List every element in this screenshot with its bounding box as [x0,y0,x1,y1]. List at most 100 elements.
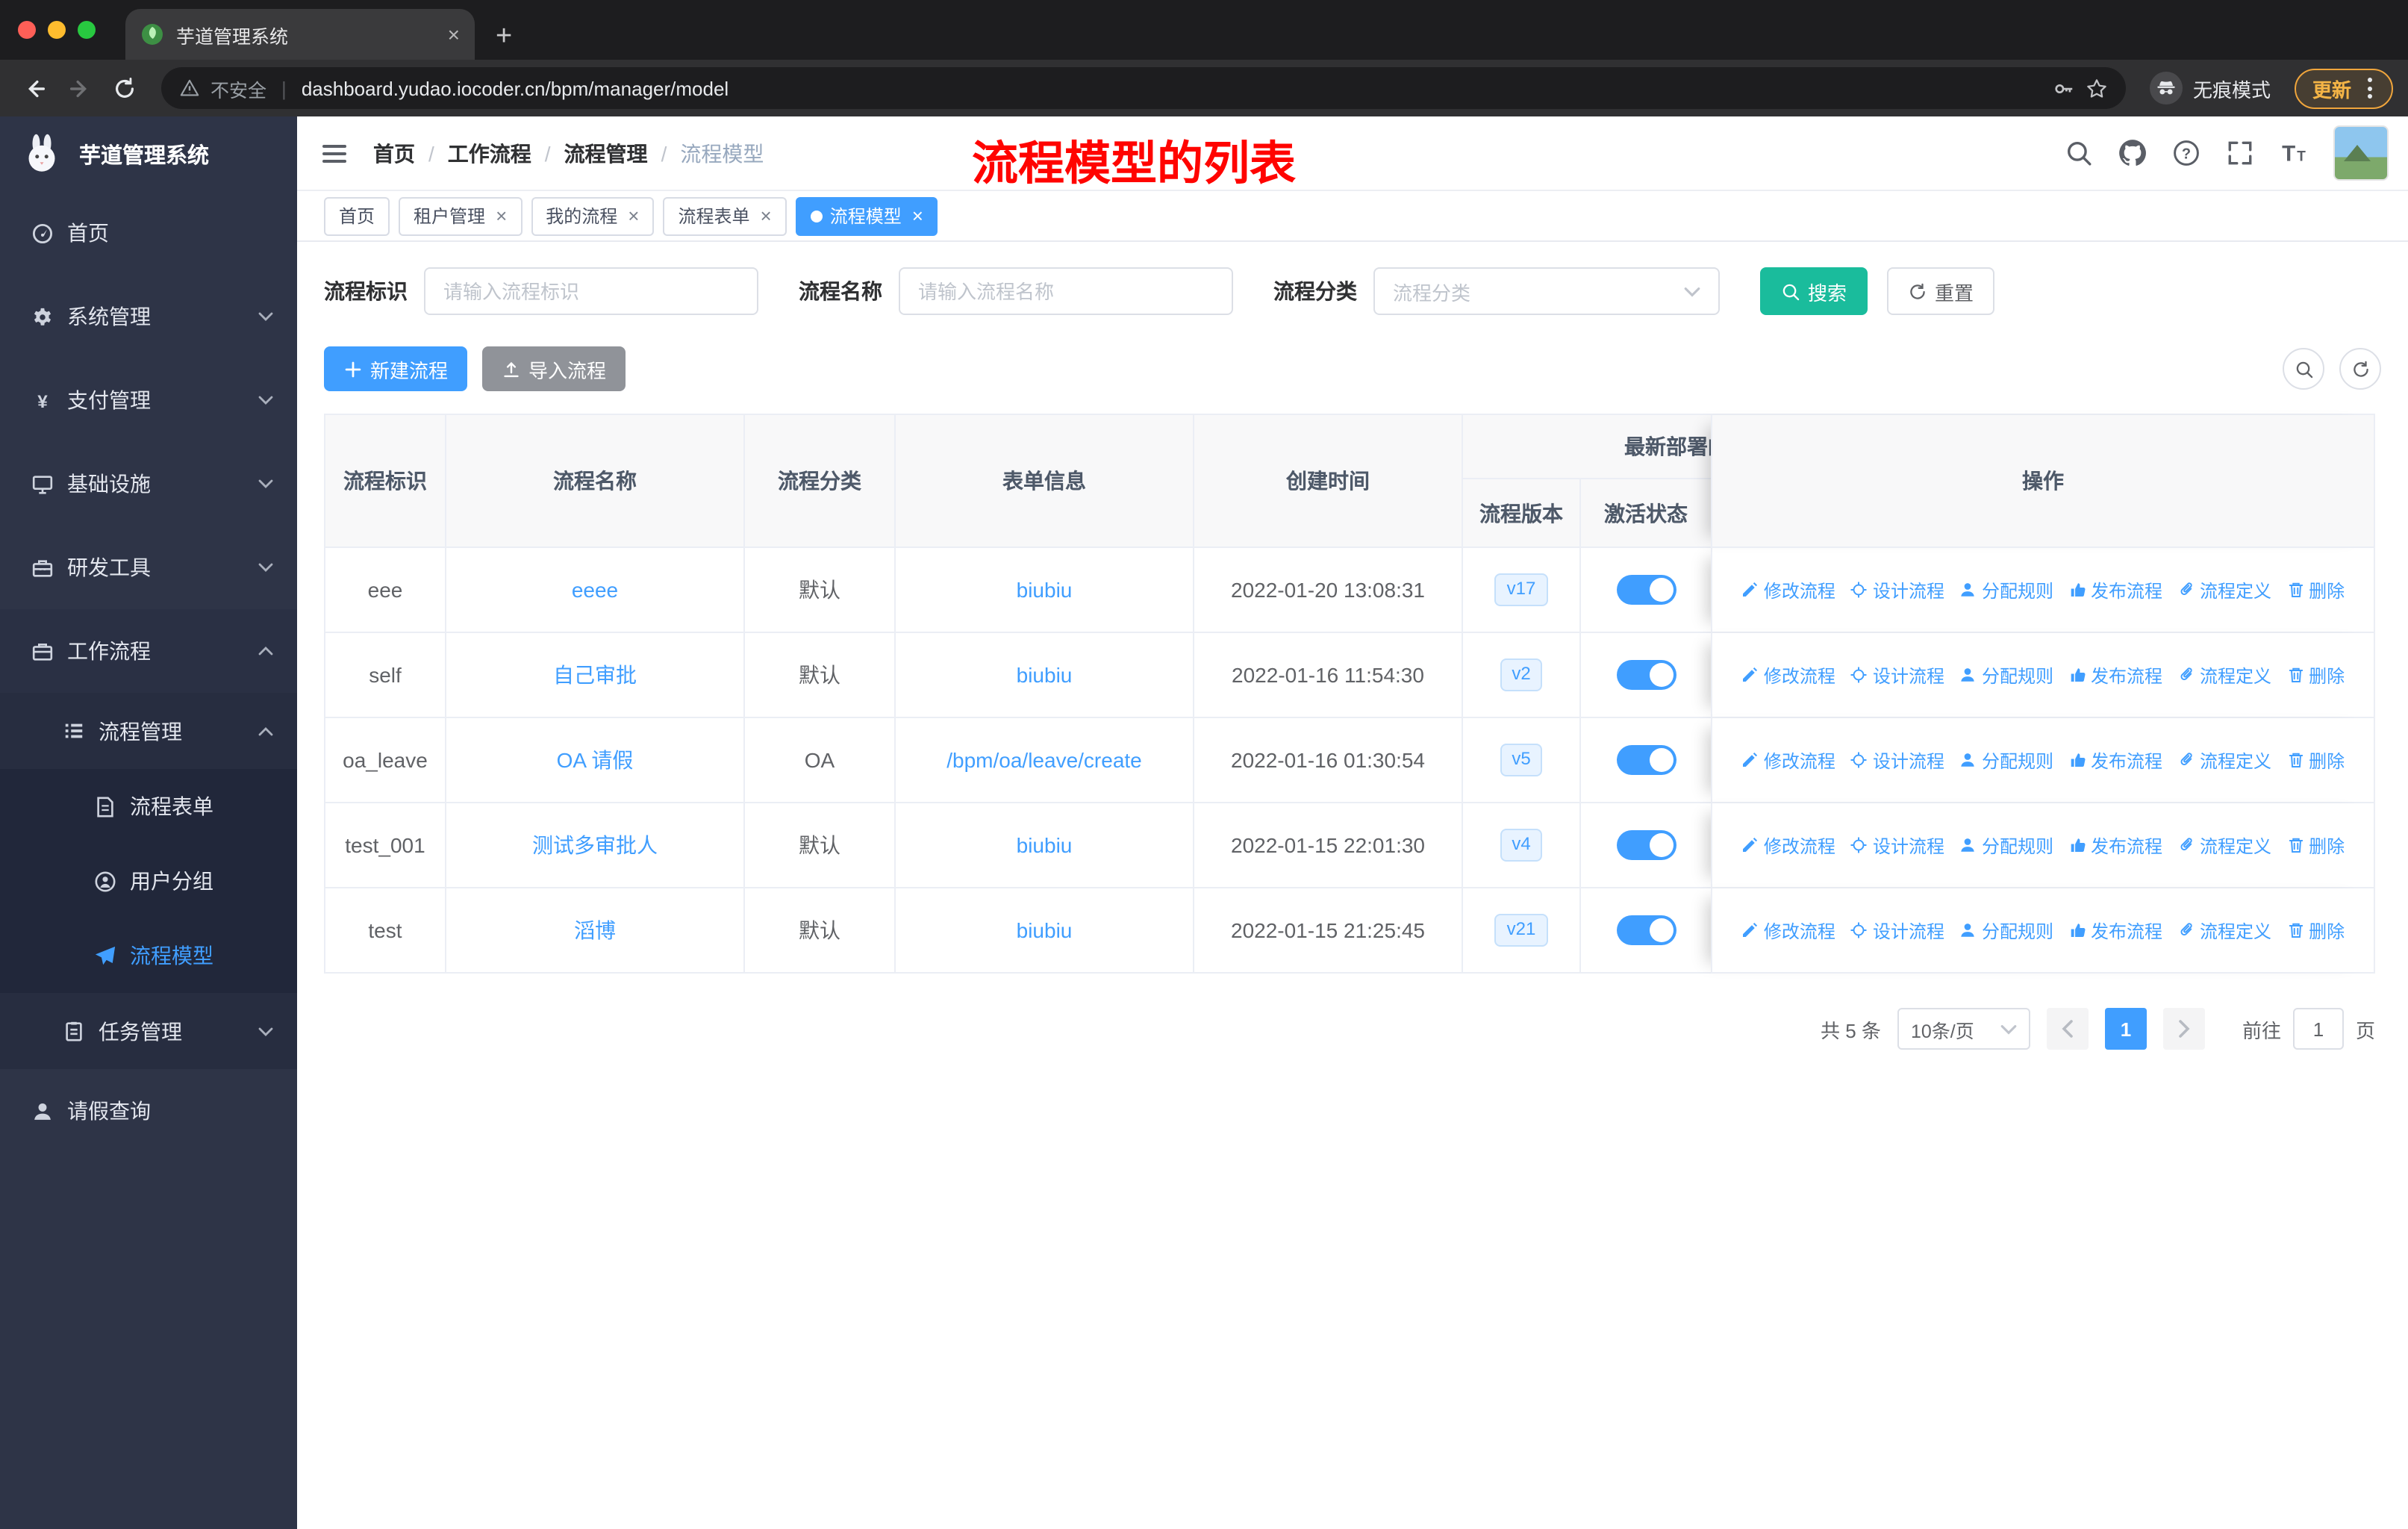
design-process-link[interactable]: 设计流程 [1850,832,1944,858]
search-icon[interactable] [2065,139,2093,167]
process-definition-link[interactable]: 流程定义 [2177,662,2271,688]
next-page-button[interactable] [2162,1008,2205,1050]
design-process-link[interactable]: 设计流程 [1850,747,1944,773]
page-tag-tenant[interactable]: 租户管理 × [399,196,523,235]
back-button[interactable] [15,69,54,108]
create-process-button[interactable]: 新建流程 [324,346,468,391]
chrome-update-button[interactable]: 更新 [2294,68,2393,108]
process-name-link[interactable]: OA 请假 [557,745,634,775]
form-info-link[interactable]: biubiu [1017,918,1073,942]
assign-rule-link[interactable]: 分配规则 [1959,577,2053,602]
modify-process-link[interactable]: 修改流程 [1741,918,1835,943]
process-name-link[interactable]: 滔博 [574,915,616,945]
sidebar-item-user-group[interactable]: 用户分组 [0,844,297,918]
page-tag-home[interactable]: 首页 [324,196,390,235]
minimize-window-button[interactable] [48,21,66,39]
active-toggle[interactable] [1616,745,1676,775]
logo-row[interactable]: 芋道管理系统 [0,116,297,191]
browser-menu-icon[interactable] [2365,75,2375,102]
sidebar-item-process-mgmt[interactable]: 流程管理 [0,693,297,769]
sidebar-item-payment[interactable]: ¥ 支付管理 [0,358,297,442]
assign-rule-link[interactable]: 分配规则 [1959,662,2053,688]
sidebar-item-devtools[interactable]: 研发工具 [0,526,297,609]
modify-process-link[interactable]: 修改流程 [1741,662,1835,688]
new-tab-button[interactable]: + [496,22,512,51]
publish-process-link[interactable]: 发布流程 [2068,747,2162,773]
user-avatar[interactable] [2333,125,2389,181]
reset-button[interactable]: 重置 [1887,267,1995,315]
design-process-link[interactable]: 设计流程 [1850,918,1944,943]
active-toggle[interactable] [1616,660,1676,690]
delete-link[interactable]: 删除 [2286,662,2345,688]
url-bar[interactable]: 不安全 | dashboard.yudao.iocoder.cn/bpm/man… [161,67,2126,109]
publish-process-link[interactable]: 发布流程 [2068,662,2162,688]
forward-button[interactable] [60,69,99,108]
version-badge[interactable]: v4 [1500,829,1543,862]
password-key-icon[interactable] [2053,77,2075,99]
sidebar-item-home[interactable]: 首页 [0,191,297,275]
process-definition-link[interactable]: 流程定义 [2177,747,2271,773]
design-process-link[interactable]: 设计流程 [1850,577,1944,602]
design-process-link[interactable]: 设计流程 [1850,662,1944,688]
form-info-link[interactable]: /bpm/oa/leave/create [946,748,1142,772]
process-name-link[interactable]: eeee [572,578,618,602]
tag-close-icon[interactable]: × [912,206,923,225]
form-info-link[interactable]: biubiu [1017,833,1073,857]
tag-close-icon[interactable]: × [496,206,507,225]
tag-close-icon[interactable]: × [628,206,639,225]
github-icon[interactable] [2118,139,2147,167]
form-info-link[interactable]: biubiu [1017,663,1073,687]
version-badge[interactable]: v21 [1494,914,1548,947]
sidebar-item-workflow[interactable]: 工作流程 [0,609,297,693]
sidebar-item-process-form[interactable]: 流程表单 [0,769,297,844]
process-name-link[interactable]: 测试多审批人 [532,830,658,860]
sidebar-item-system[interactable]: 系统管理 [0,275,297,358]
bookmark-star-icon[interactable] [2086,77,2108,99]
delete-link[interactable]: 删除 [2286,918,2345,943]
delete-link[interactable]: 删除 [2286,577,2345,602]
breadcrumb-item[interactable]: 工作流程 [448,138,531,168]
process-definition-link[interactable]: 流程定义 [2177,577,2271,602]
search-button[interactable]: 搜索 [1760,267,1868,315]
publish-process-link[interactable]: 发布流程 [2068,832,2162,858]
page-size-select[interactable]: 10条/页 [1897,1008,2030,1050]
show-search-button[interactable] [2283,348,2324,390]
process-key-input[interactable] [424,267,758,315]
assign-rule-link[interactable]: 分配规则 [1959,832,2053,858]
process-name-input[interactable] [899,267,1233,315]
assign-rule-link[interactable]: 分配规则 [1959,747,2053,773]
hamburger-icon[interactable] [319,138,349,168]
page-number-1[interactable]: 1 [2104,1008,2147,1050]
fullscreen-icon[interactable] [2226,139,2254,167]
page-tag-process-form[interactable]: 流程表单 × [663,196,787,235]
breadcrumb-item[interactable]: 首页 [373,138,415,168]
active-toggle[interactable] [1616,915,1676,945]
reload-button[interactable] [105,69,143,108]
sidebar-item-infra[interactable]: 基础设施 [0,442,297,526]
tag-close-icon[interactable]: × [761,206,772,225]
delete-link[interactable]: 删除 [2286,832,2345,858]
refresh-table-button[interactable] [2339,348,2381,390]
zoom-window-button[interactable] [78,21,96,39]
process-definition-link[interactable]: 流程定义 [2177,832,2271,858]
delete-link[interactable]: 删除 [2286,747,2345,773]
sidebar-item-process-model[interactable]: 流程模型 [0,918,297,993]
close-window-button[interactable] [18,21,36,39]
process-name-link[interactable]: 自己审批 [553,660,637,690]
version-badge[interactable]: v17 [1494,573,1548,606]
assign-rule-link[interactable]: 分配规则 [1959,918,2053,943]
version-badge[interactable]: v2 [1500,658,1543,691]
sidebar-item-leave-query[interactable]: 请假查询 [0,1069,297,1153]
tab-close-icon[interactable]: × [448,24,460,45]
breadcrumb-item[interactable]: 流程管理 [564,138,648,168]
help-icon[interactable]: ? [2172,139,2200,167]
browser-tab[interactable]: 芋道管理系统 × [125,9,475,60]
sidebar-item-task-mgmt[interactable]: 任务管理 [0,993,297,1069]
version-badge[interactable]: v5 [1500,744,1543,776]
modify-process-link[interactable]: 修改流程 [1741,577,1835,602]
publish-process-link[interactable]: 发布流程 [2068,577,2162,602]
font-size-icon[interactable]: TT [2280,139,2308,167]
publish-process-link[interactable]: 发布流程 [2068,918,2162,943]
modify-process-link[interactable]: 修改流程 [1741,747,1835,773]
page-tag-my-process[interactable]: 我的流程 × [531,196,655,235]
